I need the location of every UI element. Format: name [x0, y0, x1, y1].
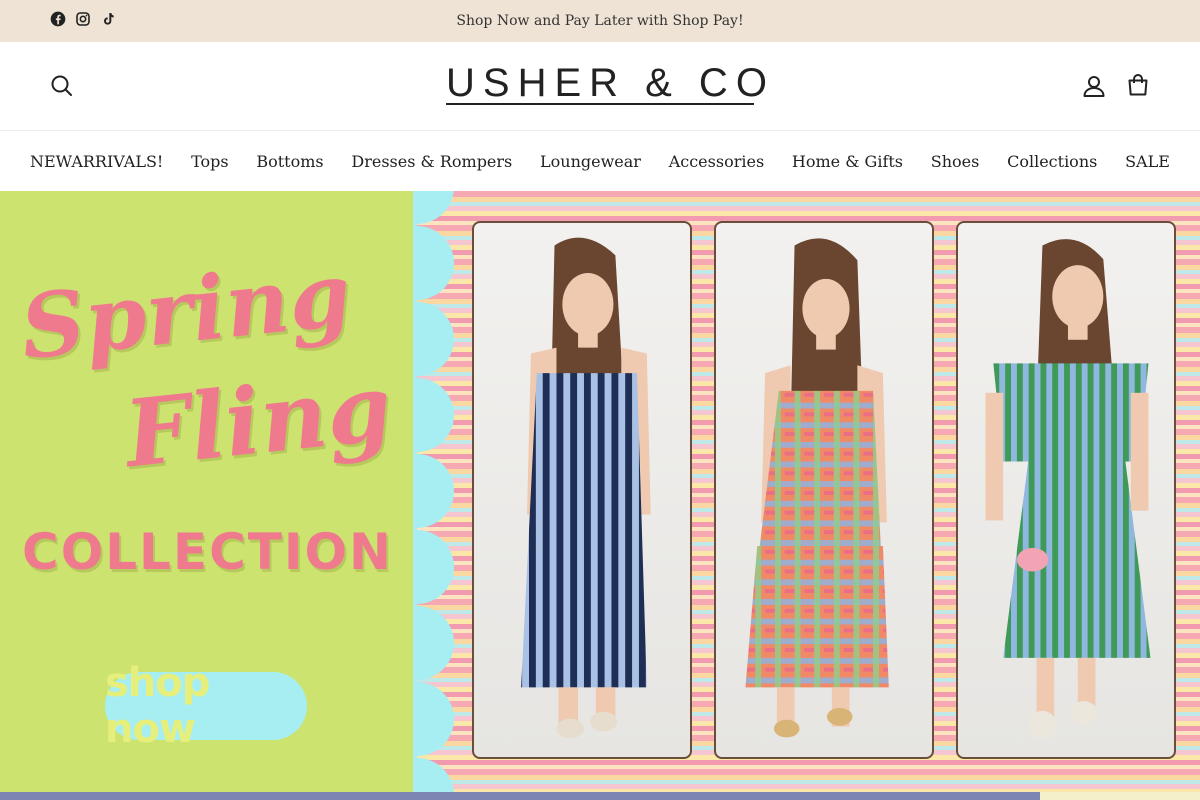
next-section-left [0, 792, 1040, 800]
announcement-bar: Shop Now and Pay Later with Shop Pay! [0, 0, 1200, 42]
instagram-icon[interactable] [75, 11, 91, 27]
scalloped-border [413, 191, 454, 792]
nav-item-home-gifts[interactable]: Home & Gifts [792, 152, 903, 171]
social-links [50, 11, 116, 27]
shop-now-button[interactable]: shop now [105, 660, 307, 752]
cart-icon[interactable] [1125, 72, 1151, 98]
site-logo[interactable]: USHER & CO [446, 61, 775, 108]
next-section-peek [0, 792, 1200, 800]
nav-item-accessories[interactable]: Accessories [669, 152, 764, 171]
hero-subheadline: COLLECTION [22, 523, 393, 581]
nav-item-loungewear[interactable]: Loungewear [540, 152, 641, 171]
product-photo-3[interactable] [956, 221, 1176, 759]
hero-left-panel: Spring Fling COLLECTION shop now [0, 191, 413, 792]
hero-banner[interactable]: Spring Fling COLLECTION shop now [0, 191, 1200, 792]
logo-text: USHER & CO [446, 61, 775, 105]
nav-item-dresses-rompers[interactable]: Dresses & Rompers [351, 152, 512, 171]
facebook-icon[interactable] [50, 11, 66, 27]
nav-item-sale[interactable]: SALE [1125, 152, 1170, 171]
announcement-text[interactable]: Shop Now and Pay Later with Shop Pay! [456, 13, 743, 29]
nav-item-tops[interactable]: Tops [191, 152, 229, 171]
nav-item-collections[interactable]: Collections [1007, 152, 1097, 171]
account-icon[interactable] [1081, 73, 1107, 99]
next-section-right [1040, 792, 1200, 800]
nav-item-shoes[interactable]: Shoes [931, 152, 980, 171]
hero-headline-spring: Spring [16, 241, 356, 380]
product-photo-2[interactable] [714, 221, 934, 759]
hero-headline-fling: Fling [120, 353, 397, 489]
tiktok-icon[interactable] [100, 11, 116, 27]
site-header: USHER & CO [0, 42, 1200, 131]
nav-item-bottoms[interactable]: Bottoms [256, 152, 323, 171]
shop-now-label: shop now [105, 660, 210, 752]
product-photo-1[interactable] [472, 221, 692, 759]
main-nav: NEWARRIVALS! Tops Bottoms Dresses & Romp… [0, 131, 1200, 191]
logo-underline [446, 103, 754, 105]
nav-item-new-arrivals[interactable]: NEWARRIVALS! [30, 152, 163, 171]
search-icon[interactable] [49, 73, 75, 99]
